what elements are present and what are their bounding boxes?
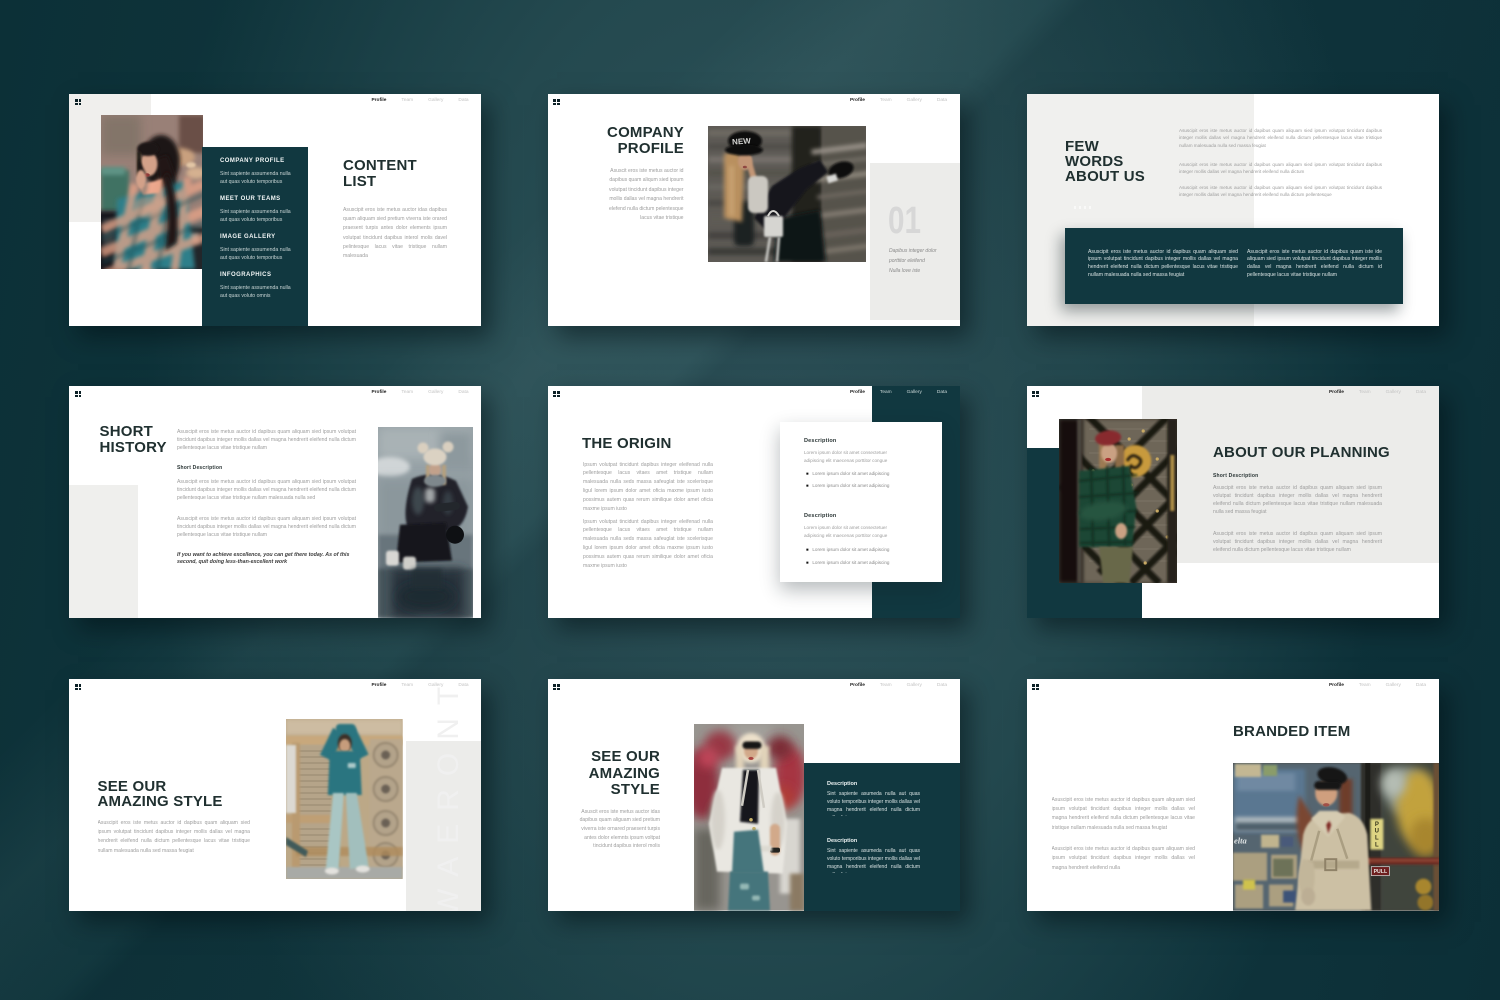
svg-text:PULL: PULL — [1374, 822, 1378, 849]
svg-text:PULL: PULL — [1373, 869, 1387, 875]
svg-text:NEW: NEW — [732, 136, 752, 146]
svg-text:elta: elta — [1234, 836, 1248, 846]
